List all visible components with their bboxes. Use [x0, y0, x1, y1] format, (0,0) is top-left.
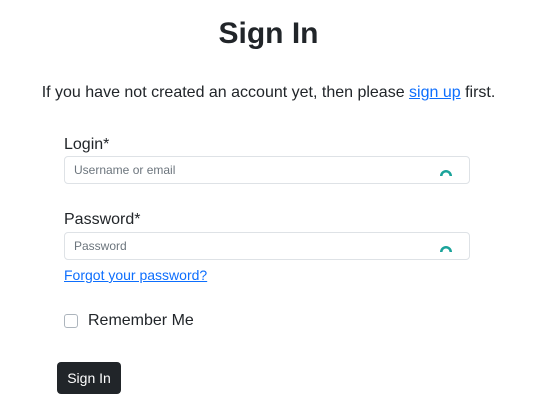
sign-in-button[interactable]: Sign In	[57, 362, 121, 394]
password-field-container	[64, 232, 470, 260]
password-input[interactable]	[74, 233, 424, 259]
sign-up-link[interactable]: sign up	[409, 84, 461, 101]
page-title: Sign In	[218, 17, 319, 50]
password-manager-icon[interactable]	[439, 240, 453, 253]
forgot-password-link[interactable]: Forgot your password?	[64, 266, 207, 284]
remember-me-checkbox[interactable]	[64, 314, 78, 328]
login-field-container	[64, 156, 470, 184]
login-label: Login*	[64, 136, 110, 153]
intro-text: If you have not created an account yet, …	[0, 82, 537, 104]
intro-text-after: first.	[460, 84, 496, 101]
remember-me-label[interactable]: Remember Me	[88, 311, 194, 331]
password-label: Password*	[64, 211, 141, 228]
intro-text-before: If you have not created an account yet, …	[41, 84, 410, 101]
login-input[interactable]	[74, 157, 424, 183]
remember-me-row: Remember Me	[64, 311, 194, 331]
password-manager-icon[interactable]	[439, 164, 453, 177]
